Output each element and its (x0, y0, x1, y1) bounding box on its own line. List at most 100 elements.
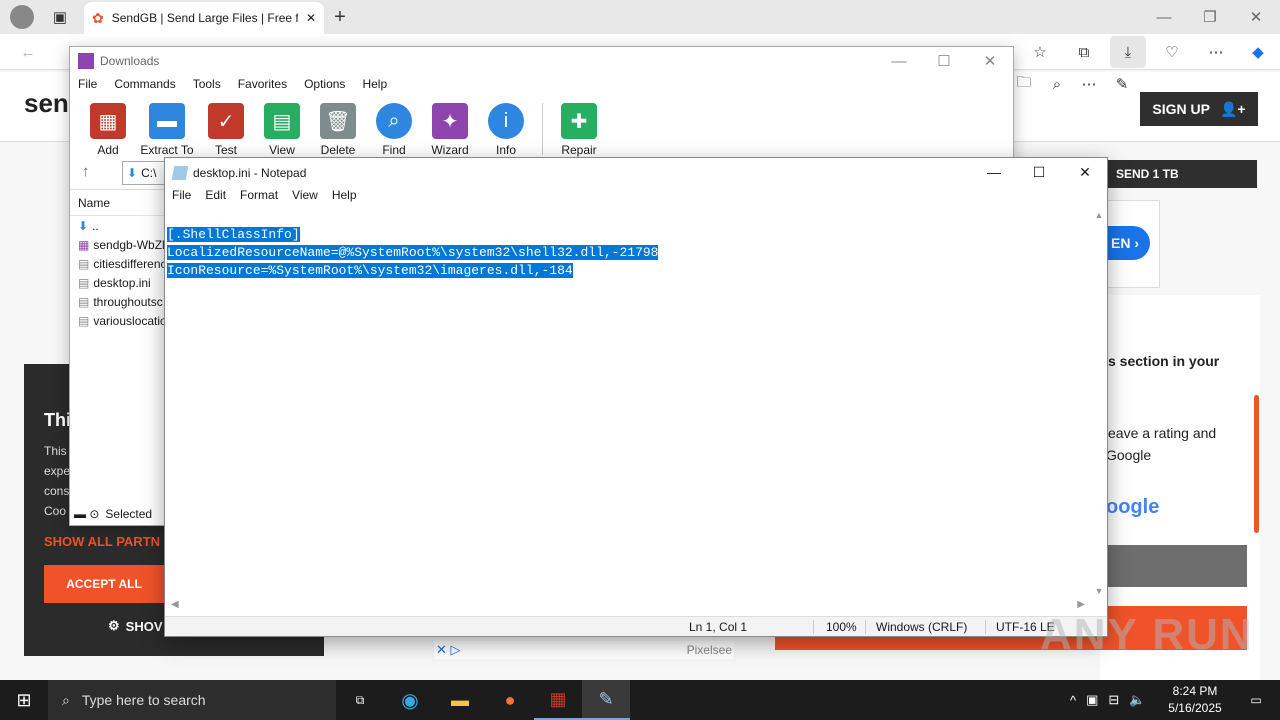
list-item[interactable]: ⬇.. (70, 216, 166, 235)
collections-icon[interactable]: ⧉ (1070, 38, 1098, 66)
browser-essentials-icon[interactable]: ♡ (1158, 38, 1186, 66)
taskbar-search-box[interactable]: ⌕ Type here to search (48, 680, 336, 720)
scroll-down-arrow-icon[interactable]: ▼ (1091, 586, 1107, 596)
pin-icon[interactable]: ✎ (1108, 70, 1136, 98)
panel-heading: s section in your (1108, 353, 1220, 369)
back-icon[interactable]: ← (14, 38, 42, 66)
taskbar-clock[interactable]: 8:24 PM 5/16/2025 (1160, 683, 1230, 717)
view-button[interactable]: ▤ View (254, 103, 310, 157)
notepad-menu-format[interactable]: Format (240, 188, 278, 208)
show-settings-button[interactable]: ⚙ SHOV (108, 618, 163, 634)
new-tab-button[interactable]: + (326, 3, 354, 31)
text-file-icon: ▤ (78, 294, 90, 309)
ad-label: Pixelsee (686, 643, 732, 657)
ad-footer[interactable]: ✕ ▷ Pixelsee (434, 641, 734, 659)
winrar-menu-tools[interactable]: Tools (193, 77, 221, 97)
edge-browser-icon[interactable]: ◉ (386, 680, 434, 720)
scroll-right-arrow-icon[interactable]: ▶ (1077, 599, 1085, 610)
notepad-taskbar-icon[interactable]: ✎ (582, 680, 630, 720)
close-browser-button[interactable]: ✕ (1242, 3, 1270, 31)
task-view-icon[interactable]: ⧉ (336, 680, 384, 720)
minimize-browser-button[interactable]: — (1150, 3, 1178, 31)
list-item[interactable]: ▦ sendgb-WbZl (70, 235, 166, 254)
winrar-close-button[interactable]: ✕ (976, 47, 1004, 75)
notepad-close-button[interactable]: ✕ (1062, 158, 1108, 186)
find-button[interactable]: ⌕ Find (366, 103, 422, 157)
notepad-vertical-scrollbar[interactable]: ▲ ▼ (1091, 208, 1107, 598)
close-tab-icon[interactable]: ✕ (306, 11, 316, 25)
winrar-menu-help[interactable]: Help (362, 77, 387, 97)
name-column-header[interactable]: Name (70, 190, 166, 216)
list-item[interactable]: ▤ variouslocatio (70, 311, 166, 330)
notepad-titlebar[interactable]: desktop.ini - Notepad (165, 158, 1107, 188)
volume-icon[interactable]: 🔈 (1129, 692, 1145, 708)
notepad-maximize-button[interactable]: ☐ (1016, 158, 1062, 186)
show-partners-link[interactable]: SHOW ALL PARTN (44, 534, 160, 549)
rar-file-icon: ▦ (78, 237, 90, 252)
notepad-minimize-button[interactable]: — (971, 158, 1017, 186)
winrar-title: Downloads (100, 54, 160, 68)
tab-actions-icon[interactable]: ▣ (46, 3, 74, 31)
notepad-menu-edit[interactable]: Edit (205, 188, 226, 208)
repair-label: Repair (561, 143, 597, 157)
add-button[interactable]: ▦ Add (80, 103, 136, 157)
firefox-icon[interactable]: ● (486, 680, 534, 720)
profile-avatar[interactable] (10, 5, 34, 29)
notepad-horizontal-scrollbar[interactable]: ◀ ▶ (167, 598, 1091, 614)
notepad-menu-help[interactable]: Help (332, 188, 357, 208)
wizard-button[interactable]: ✦ Wizard (422, 103, 478, 157)
text-line-1: [.ShellClassInfo] (167, 227, 300, 242)
cookie-text-2: expe (44, 464, 71, 478)
tray-chevron-icon[interactable]: ^ (1070, 693, 1076, 708)
cookie-text-1: This (44, 444, 67, 458)
site-logo[interactable]: sen (24, 88, 69, 119)
winrar-minimize-button[interactable]: — (885, 47, 913, 75)
downloads-folder-icon[interactable]: 🗀 (1010, 70, 1038, 98)
winrar-menu-commands[interactable]: Commands (114, 77, 175, 97)
notepad-menu-file[interactable]: File (172, 188, 191, 208)
notifications-icon[interactable]: ▭ (1232, 680, 1280, 720)
notepad-menubar: File Edit Format View Help (165, 188, 357, 208)
repair-button[interactable]: ✚ Repair (551, 103, 607, 157)
test-button[interactable]: ✓ Test (198, 103, 254, 157)
list-item[interactable]: ▤ throughoutsc (70, 292, 166, 311)
list-item[interactable]: ▤ desktop.ini (70, 273, 166, 292)
winrar-taskbar-icon[interactable]: ▦ (534, 680, 582, 720)
send-1tb-button[interactable]: SEND 1 TB (1100, 160, 1257, 188)
scroll-up-arrow-icon[interactable]: ▲ (1091, 210, 1107, 220)
tray-network-app-icon[interactable]: ▣ (1086, 692, 1098, 708)
winrar-status-text: Selected (105, 507, 153, 521)
list-item[interactable]: ▤ citiesdifferenc (70, 254, 166, 273)
winrar-maximize-button[interactable]: ☐ (930, 47, 958, 75)
notepad-menu-view[interactable]: View (292, 188, 318, 208)
text-file-icon: ▤ (78, 256, 90, 271)
notepad-window: desktop.ini - Notepad — ☐ ✕ File Edit Fo… (164, 157, 1108, 637)
sign-up-button[interactable]: SIGN UP 👤+ (1140, 92, 1258, 126)
restore-browser-button[interactable]: ❐ (1196, 3, 1224, 31)
downloads-search-icon[interactable]: ⌕ (1043, 70, 1071, 98)
delete-button[interactable]: 🗑 Delete (310, 103, 366, 157)
page-scrollbar[interactable] (1254, 395, 1259, 533)
start-button[interactable]: ⊞ (0, 680, 48, 720)
favorites-star-icon[interactable]: ☆ (1026, 38, 1054, 66)
sendgb-favicon-icon: ✿ (92, 9, 104, 26)
winrar-menu-favorites[interactable]: Favorites (238, 77, 287, 97)
up-arrow-icon[interactable]: ↑ (82, 163, 90, 180)
network-icon[interactable]: ⊟ (1108, 692, 1119, 708)
info-button[interactable]: i Info (478, 103, 534, 157)
copilot-icon[interactable]: ◆ (1244, 38, 1272, 66)
winrar-titlebar[interactable]: Downloads (70, 47, 1013, 75)
winrar-menu-file[interactable]: File (78, 77, 97, 97)
extract-to-button[interactable]: ▬ Extract To (136, 103, 198, 157)
downloads-icon[interactable]: ⤓ (1110, 36, 1146, 68)
scroll-left-arrow-icon[interactable]: ◀ (171, 599, 179, 610)
ad-choices-icon[interactable]: ✕ ▷ (436, 642, 461, 658)
winrar-menu-options[interactable]: Options (304, 77, 345, 97)
downloads-more-icon[interactable]: ⋯ (1075, 70, 1103, 98)
google-logo[interactable]: oogle (1106, 496, 1159, 519)
browser-tab-sendgb[interactable]: ✿ SendGB | Send Large Files | Free f ✕ (84, 2, 324, 34)
accept-all-button[interactable]: ACCEPT ALL (44, 565, 164, 603)
more-options-icon[interactable]: ⋯ (1202, 38, 1230, 66)
file-explorer-icon[interactable]: ▬ (436, 680, 484, 720)
notepad-text-area[interactable]: [.ShellClassInfo] LocalizedResourceName=… (167, 208, 1091, 598)
